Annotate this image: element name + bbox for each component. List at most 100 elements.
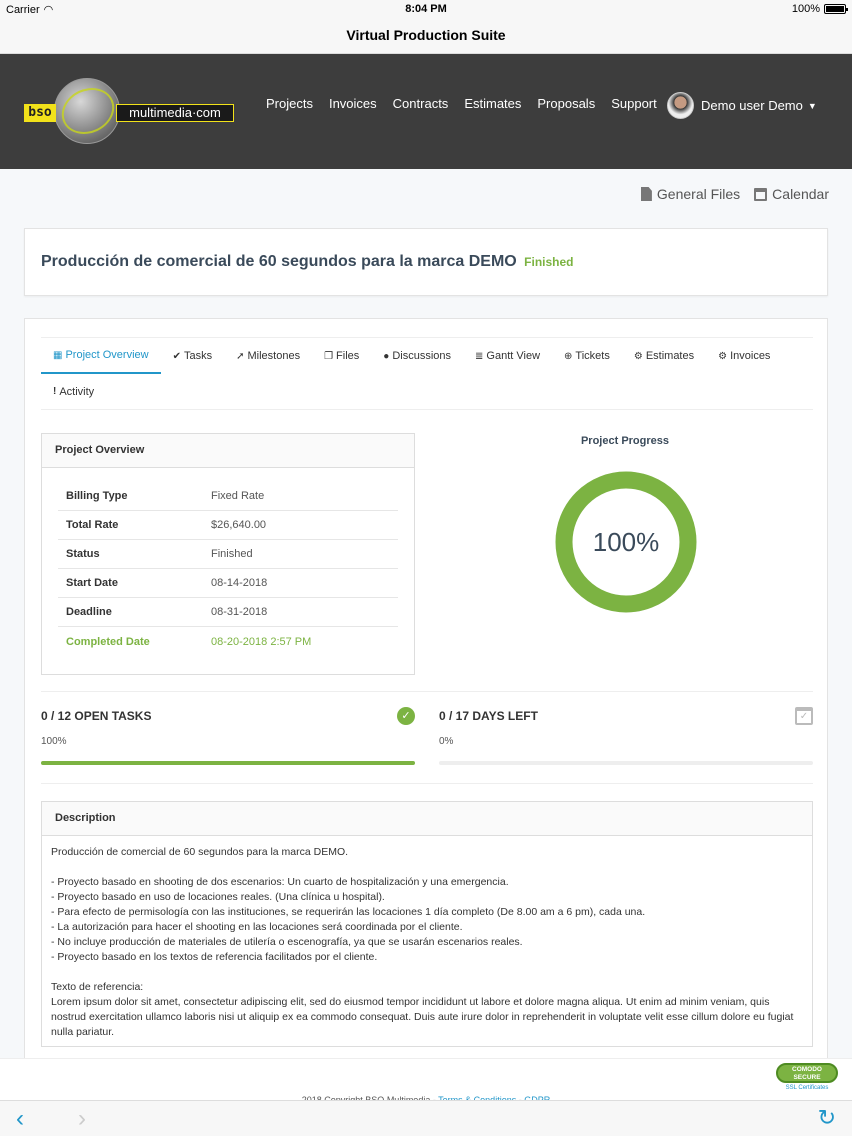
open-tasks-title: 0 / 12 OPEN TASKS [41,709,152,723]
exclamation-icon: ! [53,386,57,397]
battery-percent: 100% [791,3,820,15]
description-bullet: - Proyecto basado en los textos de refer… [51,951,378,963]
logo-multimedia: multimedia·com [116,104,234,122]
status-badge: Finished [524,255,574,269]
project-title: Producción de comercial de 60 segundos p… [41,253,517,270]
tab-tickets[interactable]: ⊕ Tickets [552,338,622,374]
tab-label: Gantt View [486,350,541,362]
calendar-check-icon: ✓ [795,707,813,725]
tab-label: Estimates [645,350,695,362]
tab-project-overview[interactable]: ▦ Project Overview [41,338,161,374]
row-key: Status [66,548,100,560]
tab-gantt-view[interactable]: ≣ Gantt View [463,338,552,374]
comodo-line1: COMODO [792,1066,822,1073]
calendar-label: Calendar [772,186,829,202]
gear-icon: ⚙ [633,350,643,362]
project-main-card: ▦ Project Overview ✔ Tasks ➚ Milestones ❐ Fi… [24,318,828,1060]
user-menu[interactable]: Demo user Demo ▼ [667,92,817,119]
days-left-percent: 0% [439,736,454,747]
calendar-icon [754,187,768,201]
open-tasks-stat: 0 / 12 OPEN TASKS ✓ 100% [41,707,415,765]
tab-invoices[interactable]: ⚙ Invoices [706,338,782,374]
table-row: Deadline 08-31-2018 [58,598,398,627]
back-icon[interactable]: ‹ [16,1105,24,1133]
tab-estimates[interactable]: ⚙ Estimates [622,338,706,374]
app-title: Virtual Production Suite [0,18,852,54]
row-key: Total Rate [66,519,119,531]
gear-icon: ⚙ [718,350,728,362]
page-title: Producción de comercial de 60 segundos p… [41,253,574,271]
row-value: $26,640.00 [211,519,267,531]
days-left-title: 0 / 17 DAYS LEFT [439,709,538,723]
comodo-ssl-badge[interactable]: COMODO SECURE SSL Certificates [776,1063,838,1095]
days-left-bar [439,761,813,765]
description-body: Producción de comercial de 60 segundos p… [42,836,812,1049]
tab-label: Invoices [730,350,771,362]
divider [41,691,813,692]
nav-estimates[interactable]: Estimates [464,96,521,111]
tab-tasks[interactable]: ✔ Tasks [161,338,225,374]
tab-label: Project Overview [65,349,149,361]
battery-icon [824,4,848,14]
logo[interactable]: bso multimedia·com [24,78,236,146]
comment-icon: ● [383,350,390,362]
reload-icon[interactable]: ↻ [818,1105,836,1131]
table-row: Start Date 08-14-2018 [58,569,398,598]
description-bullet: - Proyecto basado en uso de locaciones r… [51,891,385,903]
divider [41,783,813,784]
general-files-label: General Files [656,186,741,202]
avatar [667,92,694,119]
globe-icon [54,78,120,144]
user-name: Demo user Demo [701,98,803,113]
overview-heading: Project Overview [42,434,414,468]
progress-title: Project Progress [580,435,670,447]
main-nav: Projects Invoices Contracts Estimates Pr… [266,96,673,111]
description-bullet: - Proyecto basado en shooting de dos esc… [51,876,509,888]
project-title-card: Producción de comercial de 60 segundos p… [24,228,828,296]
general-files-link[interactable]: General Files [640,186,741,202]
row-key: Billing Type [66,490,128,502]
nav-support[interactable]: Support [611,96,657,111]
row-key: Start Date [66,577,118,589]
table-row: Completed Date 08-20-2018 2:57 PM [58,627,398,656]
comodo-line2: SECURE [793,1074,821,1081]
nav-contracts[interactable]: Contracts [393,96,449,111]
check-circle-icon: ✓ [397,707,415,725]
description-intro: Producción de comercial de 60 segundos p… [51,846,349,858]
battery: 100% [791,3,848,15]
rocket-icon: ➚ [236,350,245,362]
logo-bso: bso [24,104,56,122]
nav-projects[interactable]: Projects [266,96,313,111]
row-value: 08-14-2018 [211,577,268,589]
comodo-seal: COMODO SECURE [776,1063,838,1083]
tab-label: Activity [59,385,95,398]
caret-down-icon: ▼ [807,100,817,111]
open-tasks-percent: 100% [41,736,67,747]
description-bullet: - Para efecto de permisología con las in… [51,906,646,918]
ssl-label: SSL Certificates [785,1085,829,1091]
file-icon [640,187,652,201]
tab-activity[interactable]: ! Activity [41,374,106,410]
tab-label: Tasks [183,350,213,362]
tab-milestones[interactable]: ➚ Milestones [224,338,312,374]
table-row: Status Finished [58,540,398,569]
project-tabs: ▦ Project Overview ✔ Tasks ➚ Milestones ❐ Fi… [41,337,813,410]
tab-discussions[interactable]: ● Discussions [371,338,463,374]
page-footer: COMODOSECURE SSL Certificates 2018 Copyr… [0,1058,852,1105]
tab-label: Discussions [392,350,452,362]
tab-files[interactable]: ❐ Files [312,338,371,374]
open-tasks-bar-fill [41,761,415,765]
nav-invoices[interactable]: Invoices [329,96,377,111]
nav-proposals[interactable]: Proposals [537,96,595,111]
row-value: Finished [211,548,253,560]
files-icon: ❐ [324,350,334,362]
tab-label: Files [336,350,360,362]
table-row: Total Rate $26,640.00 [58,511,398,540]
forward-icon[interactable]: › [78,1105,86,1133]
status-bar: Carrier ◠ 8:04 PM 100% [0,0,852,18]
open-tasks-bar [41,761,415,765]
row-value: 08-31-2018 [211,606,268,618]
reference-body: Lorem ipsum dolor sit amet, consectetur … [51,996,794,1038]
calendar-link[interactable]: Calendar [754,186,829,202]
lifebuoy-icon: ⊕ [564,350,573,362]
